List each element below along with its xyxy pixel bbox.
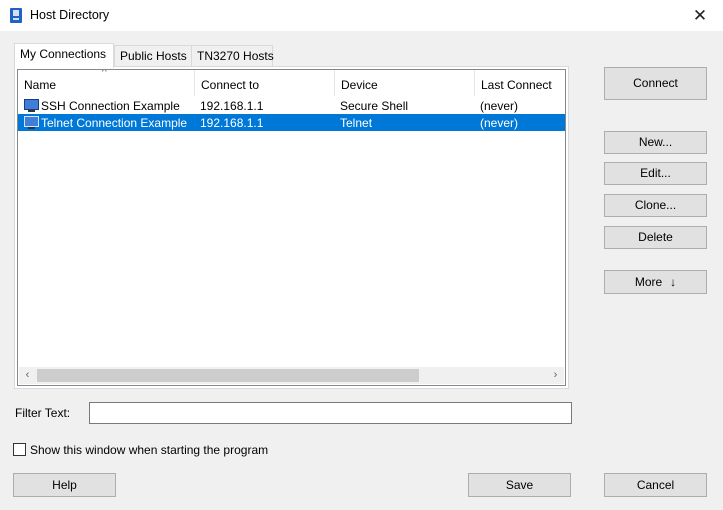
column-header-name-label: Name	[24, 78, 57, 92]
close-icon[interactable]: ✕	[677, 0, 723, 31]
delete-button[interactable]: Delete	[604, 226, 707, 249]
startup-checkbox[interactable]	[13, 443, 26, 456]
table-row-selected[interactable]: Telnet Connection Example 192.168.1.1 Te…	[18, 114, 565, 131]
row-last-connect: (never)	[480, 116, 519, 130]
title-bar: Host Directory ✕	[0, 0, 723, 31]
column-header-connect-to[interactable]: Connect to	[195, 70, 335, 96]
scroll-left-icon[interactable]: ‹	[19, 367, 36, 384]
tab-tn3270-hosts[interactable]: TN3270 Hosts	[191, 45, 274, 66]
startup-checkbox-label[interactable]: Show this window when starting the progr…	[30, 443, 268, 457]
column-header-name[interactable]: Name ^	[18, 70, 195, 96]
help-button[interactable]: Help	[13, 473, 116, 497]
connect-button[interactable]: Connect	[604, 67, 707, 100]
monitor-icon	[24, 99, 39, 112]
tab-panel: Name ^ Connect to Device Last Connect SS…	[14, 66, 569, 389]
column-header-device[interactable]: Device	[335, 70, 475, 96]
row-last-connect: (never)	[480, 99, 519, 113]
more-button[interactable]: More ↓	[604, 270, 707, 294]
column-header-connect-to-label: Connect to	[201, 78, 260, 92]
filter-input[interactable]	[89, 402, 572, 424]
row-connect-to: 192.168.1.1	[200, 116, 264, 130]
row-device: Secure Shell	[340, 99, 409, 113]
edit-button[interactable]: Edit...	[604, 162, 707, 185]
scroll-right-icon[interactable]: ›	[547, 367, 564, 384]
row-name: SSH Connection Example	[41, 99, 180, 113]
arrow-down-icon: ↓	[670, 275, 677, 289]
sort-ascending-icon: ^	[102, 69, 107, 78]
monitor-icon	[24, 116, 39, 129]
column-header-device-label: Device	[341, 78, 378, 92]
app-icon	[10, 8, 22, 23]
row-device: Telnet	[340, 116, 373, 130]
new-button[interactable]: New...	[604, 131, 707, 154]
clone-button[interactable]: Clone...	[604, 194, 707, 217]
cancel-button[interactable]: Cancel	[604, 473, 707, 497]
table-row[interactable]: SSH Connection Example 192.168.1.1 Secur…	[18, 97, 565, 114]
save-button[interactable]: Save	[468, 473, 571, 497]
column-header-last-connect[interactable]: Last Connect	[475, 70, 565, 96]
row-connect-to: 192.168.1.1	[200, 99, 264, 113]
connections-list[interactable]: Name ^ Connect to Device Last Connect SS…	[17, 69, 566, 386]
window-title: Host Directory	[30, 8, 110, 22]
row-name: Telnet Connection Example	[41, 116, 188, 130]
tab-my-connections[interactable]: My Connections	[14, 43, 114, 68]
scrollbar-thumb[interactable]	[37, 369, 419, 382]
more-button-label: More	[634, 275, 663, 289]
column-header-last-connect-label: Last Connect	[481, 78, 552, 92]
horizontal-scrollbar[interactable]: ‹ ›	[19, 367, 564, 384]
filter-label: Filter Text:	[15, 406, 71, 420]
